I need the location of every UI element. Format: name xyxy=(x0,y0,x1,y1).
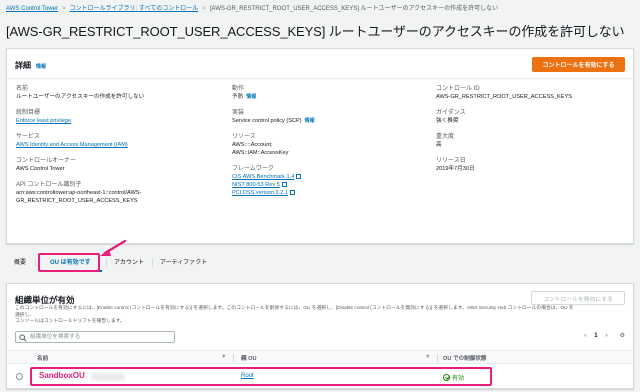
disable-control-button[interactable]: コントロールを無効にする xyxy=(531,291,625,305)
ou-panel-description: このコントロールを有効にするには、[Enable control (コントロール… xyxy=(15,306,575,326)
framework-label: フレームワーク xyxy=(232,166,274,172)
details-title-text: 詳細 xyxy=(15,61,31,70)
pagination: ‹ 1 › ⚙ xyxy=(576,332,625,339)
sort-icon[interactable]: ▼ xyxy=(425,354,430,360)
page-title: [AWS-GR_RESTRICT_ROOT_USER_ACCESS_KEYS] … xyxy=(6,24,625,39)
column-header-parent-ou[interactable]: 親 OU xyxy=(241,354,257,362)
resource-access-key: AWS::IAM::AccessKey xyxy=(232,150,289,156)
ou-panel-title: 組織単位が有効 xyxy=(15,295,75,305)
framework-pci-link[interactable]: PCI DSS version 3.2.1 xyxy=(232,189,432,197)
framework-nist-link[interactable]: NIST 800-53 Rev 5 xyxy=(232,181,432,189)
tab-divider xyxy=(152,258,153,267)
column-header-control-state[interactable]: OU での制御状態 xyxy=(443,354,487,362)
external-link-icon xyxy=(281,182,287,188)
control-id-label: コントロール ID xyxy=(436,86,480,92)
breadcrumb-control-library[interactable]: コントロールライブラリ: すべてのコントロール xyxy=(70,6,199,12)
behavior-value: 予防 xyxy=(232,94,244,100)
release-date-value: 2019年7月30日 xyxy=(436,166,475,172)
tab-highlight-box xyxy=(38,253,100,272)
ou-desc-line-1: このコントロールを有効にするには、[Enable control (コントロール… xyxy=(15,306,574,318)
breadcrumb-separator: > xyxy=(62,6,66,12)
behavior-info-link[interactable]: 情報 xyxy=(246,94,256,100)
breadcrumb-current: [AWS-GR_RESTRICT_ROOT_USER_ACCESS_KEYS] … xyxy=(209,6,499,12)
name-label: 名前 xyxy=(16,86,29,92)
guidance-label: ガイダンス xyxy=(436,110,466,116)
breadcrumb-separator: > xyxy=(202,6,206,12)
framework-cis-text: CIS AWS Benchmark 1.4 xyxy=(232,174,295,180)
details-column-2: 動作 予防 情報 実装 Service control policy (SCP) 情報 … xyxy=(232,85,432,205)
row-radio-button[interactable] xyxy=(16,373,23,380)
settings-gear-icon[interactable]: ⚙ xyxy=(620,333,625,339)
release-date-label: リリース日 xyxy=(436,158,466,164)
row-highlight-box xyxy=(30,367,492,386)
name-value: ルートユーザーのアクセスキーの作成を許可しない xyxy=(16,94,145,100)
resource-account: AWS::::Account; xyxy=(232,142,273,148)
details-panel: 詳細 情報 コントロールを有効にする 名前 ルートユーザーのアクセスキーの作成を許可… xyxy=(6,48,634,244)
behavior-label: 動作 xyxy=(232,86,245,92)
ou-desc-line-2: コンソールはコントロールドリフトを報告します。 xyxy=(15,319,125,324)
framework-nist-text: NIST 800-53 Rev 5 xyxy=(232,182,280,188)
details-info-link[interactable]: 情報 xyxy=(36,64,46,70)
api-identifier-label: API コントロール識別子 xyxy=(16,182,82,188)
column-header-name[interactable]: 名前 xyxy=(37,354,48,362)
external-link-icon xyxy=(289,190,295,196)
service-label: サービス xyxy=(16,134,41,140)
details-header: 詳細 情報 コントロールを有効にする xyxy=(7,49,633,79)
resources-label: リソース xyxy=(232,134,256,140)
column-divider xyxy=(233,354,234,362)
guidance-value: 強く推奨 xyxy=(436,118,459,124)
annotation-arrow-icon xyxy=(100,239,127,256)
page-number[interactable]: 1 xyxy=(594,333,597,339)
owner-value: AWS Control Tower xyxy=(16,166,65,172)
prev-page-icon[interactable]: ‹ xyxy=(584,333,586,339)
implementation-info-link[interactable]: 情報 xyxy=(305,118,315,124)
tab-overview[interactable]: 概要 xyxy=(14,257,26,266)
control-id-value: AWS-GR_RESTRICT_ROOT_USER_ACCESS_KEYS xyxy=(436,94,572,100)
search-placeholder: 組織単位を検索する xyxy=(30,334,81,340)
details-title: 詳細 情報 xyxy=(15,60,46,71)
framework-pci-text: PCI DSS version 3.2.1 xyxy=(232,190,288,196)
details-column-3: コントロール ID AWS-GR_RESTRICT_ROOT_USER_ACCES… xyxy=(436,85,626,181)
next-page-icon[interactable]: › xyxy=(606,333,608,339)
goal-label: 統制目標 xyxy=(16,110,41,116)
framework-cis-link[interactable]: CIS AWS Benchmark 1.4 xyxy=(232,173,432,181)
external-link-icon xyxy=(296,174,302,180)
sort-icon[interactable]: ▼ xyxy=(221,354,226,360)
tab-divider xyxy=(35,258,36,267)
service-link[interactable]: AWS Identity and Access Management (IAM) xyxy=(16,141,216,149)
breadcrumb-control-tower[interactable]: AWS Control Tower xyxy=(6,6,58,12)
owner-label: コントロールオーナー xyxy=(16,158,77,164)
breadcrumb: AWS Control Tower > コントロールライブラリ: すべてのコントロー… xyxy=(6,3,498,12)
api-identifier-line-1: arn:aws:controltower:ap-northeast-1::con… xyxy=(16,190,142,196)
enable-control-button[interactable]: コントロールを有効にする xyxy=(532,57,625,72)
implementation-label: 実装 xyxy=(232,110,245,116)
details-column-1: 名前ルートユーザーのアクセスキーの作成を許可しない 統制目標 Enforce le… xyxy=(16,85,216,213)
tab-artifacts[interactable]: アーティファクト xyxy=(160,257,207,266)
severity-value: 高 xyxy=(436,142,442,148)
table-header: 名前 ▼ 親 OU ▼ OU での制御状態 xyxy=(7,350,633,364)
ou-search-input[interactable]: 組織単位を検索する xyxy=(15,331,175,343)
api-identifier-line-2: GR_RESTRICT_ROOT_USER_ACCESS_KEYS xyxy=(16,198,138,204)
column-divider xyxy=(437,354,438,362)
severity-label: 重大度 xyxy=(436,134,455,140)
implementation-value: Service control policy (SCP) xyxy=(232,118,302,124)
goal-link[interactable]: Enforce least privilege xyxy=(16,117,216,125)
search-icon xyxy=(19,334,27,342)
